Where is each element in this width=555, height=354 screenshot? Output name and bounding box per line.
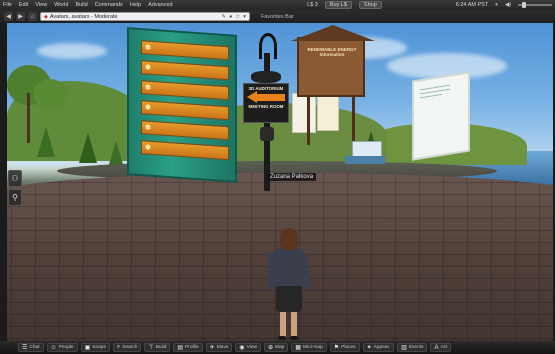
sign-meeting-label: MEETING ROOM [248,104,284,109]
location-pin-icon: ⚲ [12,193,18,202]
board-row[interactable] [141,80,229,101]
events-button[interactable]: ▥ Events [397,343,428,352]
treehouse-sign: RENEWABLE ENERGY Information [307,47,357,57]
build-button[interactable]: ⊤ Build [144,343,171,352]
direction-sign[interactable]: 3D AUDITORIUM MEETING ROOM [243,83,289,123]
poster[interactable] [292,93,316,133]
chat-button[interactable]: ☰ Chat [18,343,44,352]
menu-help[interactable]: Help [130,2,141,8]
cloud [37,43,107,59]
mini-map-button[interactable]: ▦ Mini-map [291,343,327,352]
navigation-bar: ◀ ▶ ⌂ ◆ Avatars, avatars - Moderate ✎ ● … [0,10,555,23]
volume-slider[interactable] [518,2,552,8]
parcel-icon[interactable]: ✎ [221,14,226,20]
profile-icon: ▤ [177,345,184,351]
favorites-bar[interactable]: Favorites Bar [261,14,294,20]
forward-button[interactable]: ▶ [16,12,25,21]
snapshot-icon: ▣ [84,345,91,351]
places-sidebar-button[interactable]: ⚲ [8,189,22,206]
treehouse-info-center[interactable]: RENEWABLE ENERGY Information [291,25,375,97]
menu-world[interactable]: World [54,2,68,8]
left-arrow-icon [247,91,285,103]
appearance-icon: ✦ [366,345,372,351]
board-row[interactable] [141,120,229,141]
location-input[interactable]: ◆ Avatars, avatars - Moderate ✎ ● ☆ ▾ [40,12,250,21]
menu-file[interactable]: File [3,2,12,8]
text-size-icon: A [434,344,439,351]
board-row[interactable] [141,60,229,81]
pine-tree [37,127,55,157]
presentation-screen[interactable] [412,71,470,161]
board-row[interactable] [141,140,229,161]
places-button[interactable]: ⚑ Places [329,343,360,352]
shop-button[interactable]: Shop [358,1,382,9]
avatar-name-tag: Zuzana Palkova [267,173,317,181]
clock-display: 6:24 AM PST [455,2,489,8]
location-text: Avatars, avatars - Moderate [49,13,118,20]
world-viewport[interactable]: RENEWABLE ENERGY Information 3D AUDITORI… [7,23,553,341]
people-icon: ☺ [50,344,57,351]
bottom-toolbar: ☰ Chat ☺ People ▣ Snaps ⌕ Search ⊤ Build ▤ Pro… [0,341,555,354]
map-icon: ⊕ [267,345,274,351]
menu-view[interactable]: View [35,2,47,8]
palm-tree [33,79,67,109]
lamp [260,127,274,141]
search-button[interactable]: ⌕ Search [112,343,142,352]
view-icon: ◉ [239,345,245,351]
text-size-button[interactable]: A AO [430,343,452,352]
board-row[interactable] [141,100,229,121]
build-icon: ⊤ [148,345,154,351]
snapshot-button[interactable]: ▣ Snaps [80,343,110,352]
people-icon: ⚇ [11,174,19,183]
menu-build[interactable]: Build [75,2,87,8]
move-button[interactable]: ✈ Move [205,343,233,352]
energy-info-board[interactable] [127,27,237,183]
search-icon: ⌕ [116,344,121,350]
menu-bar: File Edit View World Build Commands Help… [0,0,555,10]
people-button[interactable]: ☺ People [46,343,78,352]
favorite-star-icon[interactable]: ☆ [235,14,240,20]
profile-button[interactable]: ▤ Profile [173,343,203,352]
mini-map-icon: ▦ [295,345,302,351]
buy-currency-button[interactable]: Buy L$ [324,1,352,9]
poster[interactable] [317,95,339,131]
map-button[interactable]: ⊕ Map [263,343,289,352]
appearance-button[interactable]: ✦ Appear. [362,343,395,352]
location-icon: ◆ [44,13,48,20]
move-icon: ✈ [209,345,215,351]
avatar[interactable] [268,228,312,341]
side-toolbar: ⚇ ⚲ [8,170,22,208]
media-icon[interactable]: ● [229,14,232,20]
events-icon: ▥ [401,345,407,351]
board-row[interactable] [141,40,229,61]
chat-icon: ☰ [22,345,28,351]
menu-edit[interactable]: Edit [19,2,28,8]
balance-display: L$ 3 [307,2,318,8]
back-button[interactable]: ◀ [4,12,13,21]
dropdown-icon[interactable]: ▾ [243,14,246,20]
status-area: L$ 3 Buy L$ Shop 6:24 AM PST ⏸ ◀) [307,1,552,9]
volume-icon[interactable]: ◀) [505,2,511,8]
view-button[interactable]: ◉ View [235,343,261,352]
pause-media-icon[interactable]: ⏸ [495,2,498,9]
menu-advanced[interactable]: Advanced [148,2,172,8]
menu-commands[interactable]: Commands [95,2,123,8]
home-button[interactable]: ⌂ [28,12,37,21]
places-icon: ⚑ [333,345,340,351]
people-sidebar-button[interactable]: ⚇ [8,170,22,187]
pine-tree [79,133,97,163]
